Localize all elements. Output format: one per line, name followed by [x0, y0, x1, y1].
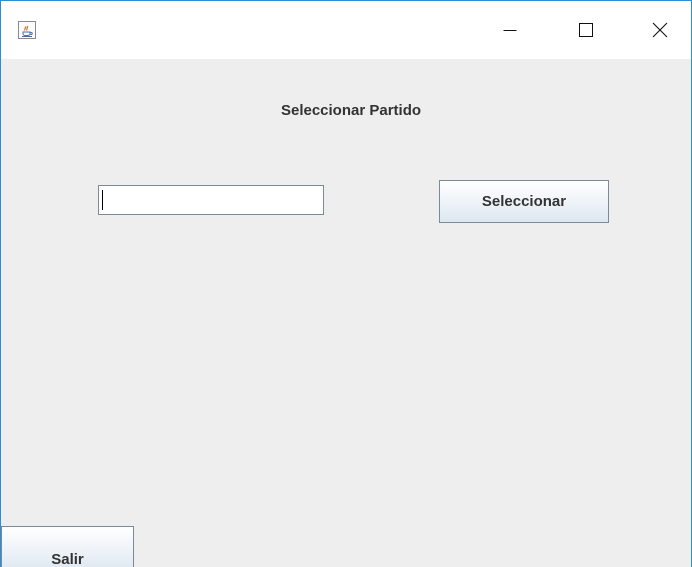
page-title: Seleccionar Partido	[280, 102, 422, 119]
close-button[interactable]	[635, 1, 685, 59]
minimize-button[interactable]	[485, 1, 535, 59]
match-input[interactable]	[98, 185, 324, 215]
content-panel: Seleccionar Partido Seleccionar Salir	[1, 59, 691, 567]
app-window: Seleccionar Partido Seleccionar Salir	[0, 0, 692, 567]
exit-button[interactable]: Salir	[1, 526, 134, 567]
close-icon	[652, 22, 668, 38]
minimize-icon	[503, 23, 517, 37]
title-bar[interactable]	[1, 1, 691, 59]
maximize-button[interactable]	[561, 1, 611, 59]
select-button[interactable]: Seleccionar	[439, 180, 609, 223]
java-cup-icon[interactable]	[18, 21, 36, 39]
text-caret	[102, 190, 103, 210]
maximize-icon	[579, 23, 593, 37]
